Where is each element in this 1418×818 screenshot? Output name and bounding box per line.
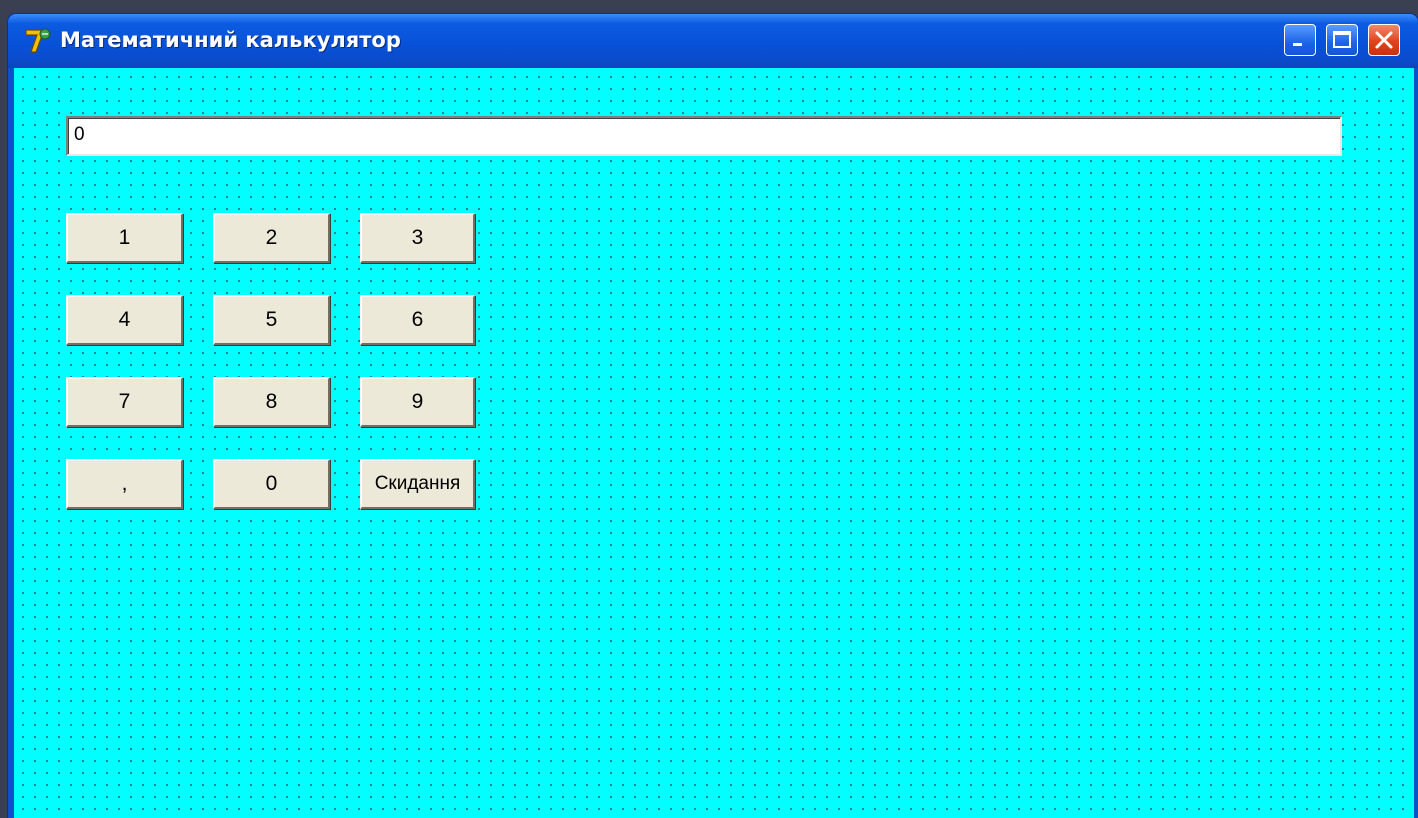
digit-8-button[interactable]: 8 [213, 377, 330, 427]
maximize-button[interactable] [1326, 24, 1358, 56]
close-icon [1375, 31, 1393, 49]
digit-3-button[interactable]: 3 [360, 213, 475, 263]
digit-2-button[interactable]: 2 [213, 213, 330, 263]
display-field[interactable]: 0 [66, 116, 1342, 156]
minimize-button[interactable] [1284, 24, 1316, 56]
app-window: Математичний калькулятор 0 1 2 3 4 5 6 7… [8, 14, 1418, 818]
reset-button[interactable]: Скидання [360, 459, 475, 509]
maximize-icon [1333, 31, 1351, 48]
digit-7-button[interactable]: 7 [66, 377, 183, 427]
digit-4-button[interactable]: 4 [66, 295, 183, 345]
digit-6-button[interactable]: 6 [360, 295, 475, 345]
digit-5-button[interactable]: 5 [213, 295, 330, 345]
minimize-icon [1293, 43, 1302, 46]
digit-1-button[interactable]: 1 [66, 213, 183, 263]
decimal-comma-button[interactable]: , [66, 459, 183, 509]
title-bar[interactable]: Математичний калькулятор [8, 14, 1418, 68]
digit-9-button[interactable]: 9 [360, 377, 475, 427]
form-client-area: 0 1 2 3 4 5 6 7 8 9 , 0 Скидання [14, 68, 1414, 818]
digit-0-button[interactable]: 0 [213, 459, 330, 509]
delphi-app-icon [25, 28, 51, 53]
window-title: Математичний калькулятор [60, 28, 401, 52]
close-button[interactable] [1368, 24, 1400, 56]
